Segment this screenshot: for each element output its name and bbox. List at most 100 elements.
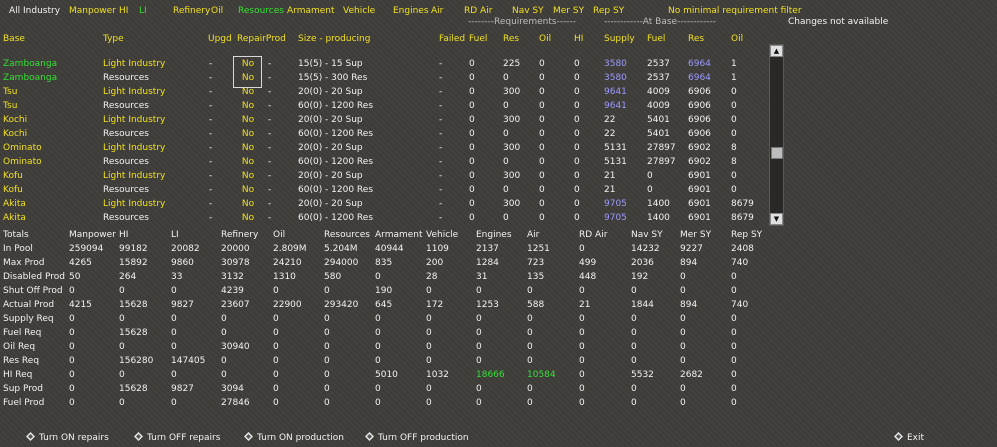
filter-hi[interactable]: HI <box>119 6 128 17</box>
cell-repair[interactable]: No <box>238 213 258 224</box>
filter-nav-sy[interactable]: Nav SY <box>512 6 544 17</box>
scroll-down-button[interactable]: ▼ <box>770 213 783 225</box>
column-header-repairprod[interactable]: RepairProd <box>237 34 286 45</box>
totals-cell: 22900 <box>273 300 302 310</box>
cell-prod[interactable]: - <box>268 171 271 182</box>
totals-cell: 0 <box>579 342 585 352</box>
totals-cell: 0 <box>69 342 75 352</box>
turn-off-production-button[interactable]: Turn OFF production <box>365 432 469 444</box>
column-header-failed[interactable]: Failed <box>439 34 465 45</box>
cell-bres: 6906 <box>688 129 711 139</box>
production-table-scrollbar[interactable]: ▲ ▼ <box>769 44 784 226</box>
turn-on-repairs-button[interactable]: Turn ON repairs <box>26 432 109 444</box>
filter-vehicle[interactable]: Vehicle <box>343 6 375 17</box>
totals-cell: 20000 <box>221 244 250 254</box>
cell-repair[interactable]: No <box>238 171 258 182</box>
column-header-oil[interactable]: Oil <box>539 34 551 45</box>
totals-cell: 99182 <box>119 244 148 254</box>
column-header-type[interactable]: Type <box>103 34 124 45</box>
turn-on-production-button[interactable]: Turn ON production <box>244 432 344 444</box>
filter-rd-air[interactable]: RD Air <box>464 6 492 17</box>
totals-cell: 20082 <box>171 244 200 254</box>
cell-prod[interactable]: - <box>268 143 271 154</box>
cell-type: Light Industry <box>103 115 166 125</box>
filter-all-industry[interactable]: All Industry <box>9 6 60 17</box>
filter-refinery[interactable]: Refinery <box>173 6 210 17</box>
cell-type: Resources <box>103 185 149 195</box>
no-minimal-requirement-filter[interactable]: No minimal requirement filter <box>668 6 802 17</box>
cell-prod[interactable]: - <box>268 185 271 196</box>
cell-prod[interactable]: - <box>268 101 271 112</box>
cell-prod[interactable]: - <box>268 129 271 140</box>
column-header-supply[interactable]: Supply <box>604 34 635 45</box>
cell-prod[interactable]: - <box>268 199 271 210</box>
cell-prod[interactable]: - <box>268 73 271 84</box>
bullet-icon <box>26 432 35 441</box>
cell-size: 60(0) - 1200 Res <box>298 213 374 223</box>
totals-cell: 5532 <box>631 370 654 380</box>
cell-base: Kofu <box>3 185 23 195</box>
totals-cell: 5010 <box>375 370 398 380</box>
cell-type: Resources <box>103 101 149 111</box>
filter-oil[interactable]: Oil <box>211 6 223 17</box>
totals-cell: 0 <box>69 370 75 380</box>
cell-fuel: 0 <box>469 171 475 181</box>
filter-rep-sy[interactable]: Rep SY <box>593 6 624 17</box>
cell-repair[interactable]: No <box>238 185 258 196</box>
totals-cell: 0 <box>680 342 686 352</box>
cell-prod[interactable]: - <box>268 157 271 168</box>
cell-repair[interactable]: No <box>238 157 258 168</box>
filter-li[interactable]: LI <box>139 6 147 17</box>
totals-cell: 264 <box>119 272 137 282</box>
totals-cell: 0 <box>680 398 686 408</box>
column-header-size-producing[interactable]: Size - producing <box>298 34 370 45</box>
filter-engines[interactable]: Engines <box>393 6 429 17</box>
totals-cell: 0 <box>476 286 482 296</box>
cell-repair[interactable]: No <box>238 199 258 210</box>
totals-cell: 0 <box>527 328 533 338</box>
scroll-up-button[interactable]: ▲ <box>770 45 783 57</box>
column-header-res[interactable]: Res <box>503 34 519 45</box>
cell-prod[interactable]: - <box>268 59 271 70</box>
filter-mer-sy[interactable]: Mer SY <box>553 6 584 17</box>
totals-cell: 0 <box>631 398 637 408</box>
column-header-hi[interactable]: HI <box>574 34 583 45</box>
totals-header-resources: Resources <box>324 230 370 240</box>
cell-repair[interactable]: No <box>238 87 258 98</box>
totals-cell: 0 <box>731 384 737 394</box>
filter-resources[interactable]: Resources <box>238 6 284 17</box>
scroll-thumb[interactable] <box>771 147 783 159</box>
cell-repair[interactable]: No <box>238 115 258 126</box>
column-header-fuel[interactable]: Fuel <box>647 34 665 45</box>
cell-prod[interactable]: - <box>268 87 271 98</box>
cell-prod[interactable]: - <box>268 115 271 126</box>
filter-manpower[interactable]: Manpower <box>69 6 116 17</box>
column-header-fuel[interactable]: Fuel <box>469 34 487 45</box>
filter-air[interactable]: Air <box>431 6 443 17</box>
turn-off-repairs-button[interactable]: Turn OFF repairs <box>134 432 220 444</box>
exit-button[interactable]: Exit <box>894 432 924 444</box>
totals-cell: 0 <box>375 356 381 366</box>
totals-cell: 30978 <box>221 258 250 268</box>
cell-repair[interactable]: No <box>238 101 258 112</box>
totals-row-label: Fuel Prod <box>3 398 45 408</box>
cell-supply: 3580 <box>604 73 627 83</box>
cell-oil: 0 <box>539 143 545 153</box>
cell-res: 0 <box>503 185 509 195</box>
column-header-res[interactable]: Res <box>688 34 704 45</box>
filter-armament[interactable]: Armament <box>287 6 335 17</box>
cell-hi: 0 <box>574 115 580 125</box>
column-header-upgd[interactable]: Upgd <box>208 34 232 45</box>
totals-cell: 0 <box>631 286 637 296</box>
totals-cell: 200 <box>426 258 444 268</box>
cell-repair[interactable]: No <box>238 143 258 154</box>
column-header-oil[interactable]: Oil <box>731 34 743 45</box>
totals-cell: 0 <box>527 356 533 366</box>
totals-row-label: Sup Prod <box>3 384 43 394</box>
totals-cell: 0 <box>579 356 585 366</box>
column-header-base[interactable]: Base <box>3 34 25 45</box>
cell-prod[interactable]: - <box>268 213 271 224</box>
cell-repair[interactable]: No <box>238 129 258 140</box>
cell-bfuel: 0 <box>647 185 653 195</box>
totals-header-air: Air <box>527 230 540 240</box>
